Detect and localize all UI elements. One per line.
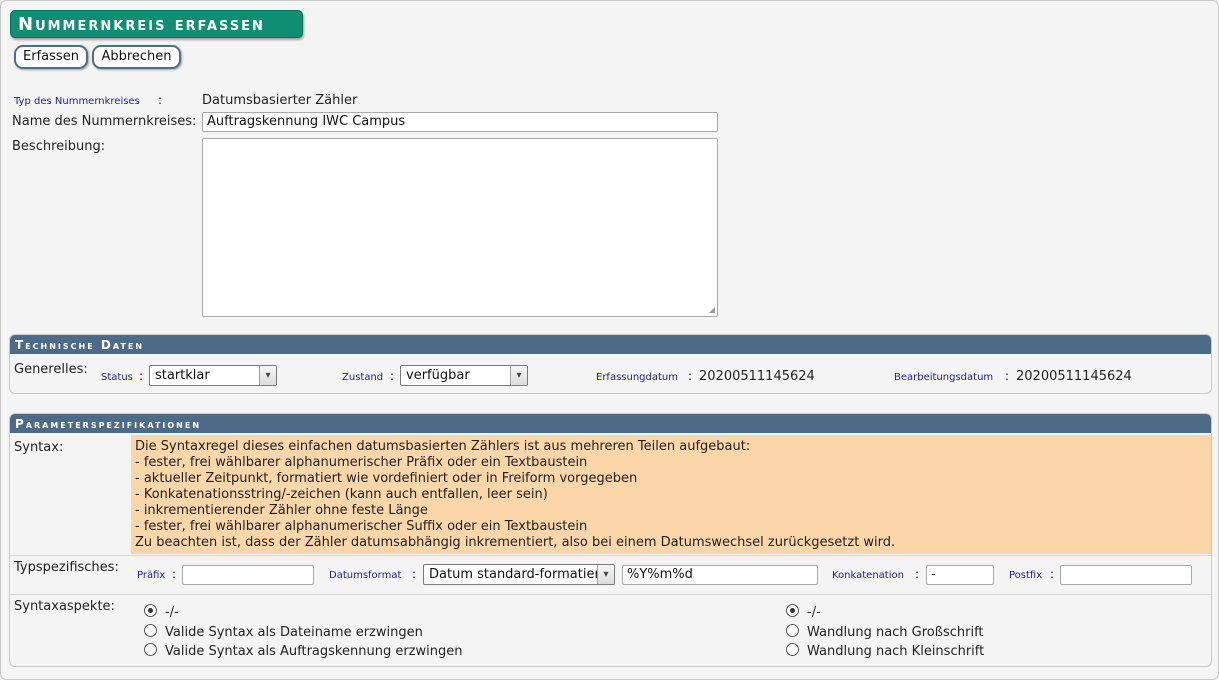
- state-colon: :: [390, 369, 395, 383]
- created-label: Erfassungdatum: [596, 372, 678, 383]
- status-label: Status: [101, 372, 133, 383]
- concat-label: Konkatenation: [832, 570, 904, 581]
- status-select[interactable]: startklar ▾: [149, 365, 277, 386]
- technical-heading: Technische Daten: [10, 335, 1211, 354]
- parameters-heading: Parameterspezifikationen: [10, 414, 1211, 433]
- created-colon: :: [688, 369, 693, 383]
- aspect-right-none-label: -/-: [807, 605, 821, 620]
- form-panel: Nummernkreis erfassen Erfassen Abbrechen…: [0, 0, 1219, 680]
- syntax-line: Zu beachten ist, dass der Zähler datumsa…: [135, 535, 896, 550]
- parameters-section: Parameterspezifikationen Syntax: Die Syn…: [9, 413, 1212, 667]
- aspect-filename-radio[interactable]: [144, 624, 157, 637]
- aspect-left-none-radio[interactable]: [144, 604, 157, 617]
- dateformat-select-value: Datum standard-formatiert: [429, 567, 605, 582]
- type-label: Typ des Nummernkreises: [14, 96, 140, 107]
- prefix-label: Präfix: [137, 570, 166, 581]
- edited-value: 20200511145624: [1016, 369, 1132, 384]
- dateformat-select[interactable]: Datum standard-formatiert ▾: [423, 564, 615, 585]
- dateformat-label: Datumsformat: [329, 570, 402, 581]
- chevron-down-icon: ▾: [259, 366, 276, 385]
- dateformat-colon: :: [412, 567, 417, 581]
- type-colon: :: [158, 93, 163, 107]
- syntax-label: Syntax:: [14, 440, 64, 455]
- edited-colon: :: [1005, 369, 1010, 383]
- name-input[interactable]: Auftragskennung IWC Campus: [202, 112, 718, 132]
- postfix-label: Postfix: [1009, 570, 1043, 581]
- syntax-line: - fester, frei wählbarer alphanumerische…: [135, 455, 588, 470]
- created-value: 20200511145624: [699, 369, 815, 384]
- syntax-line: - fester, frei wählbarer alphanumerische…: [135, 519, 588, 534]
- syntax-description: Die Syntaxregel dieses einfachen datumsb…: [131, 435, 1211, 554]
- status-select-value: startklar: [155, 368, 210, 383]
- technical-section: Technische Daten Generelles: Status : st…: [9, 334, 1212, 394]
- aspect-lowercase-label: Wandlung nach Kleinschrift: [807, 644, 985, 659]
- aspect-lowercase-radio[interactable]: [786, 643, 799, 656]
- concat-input[interactable]: -: [926, 565, 994, 585]
- syntax-line: - inkrementierender Zähler ohne feste Lä…: [135, 503, 428, 518]
- chevron-down-icon: ▾: [510, 366, 527, 385]
- postfix-colon: :: [1050, 567, 1055, 581]
- name-label: Name des Nummernkreises:: [12, 114, 197, 129]
- aspect-left-none-label: -/-: [165, 605, 179, 620]
- submit-button[interactable]: Erfassen: [14, 45, 88, 69]
- state-select[interactable]: verfügbar ▾: [400, 365, 528, 386]
- syntax-line: - Konkatenationsstring/-zeichen (kann au…: [135, 487, 548, 502]
- aspect-orderid-label: Valide Syntax als Auftragskennung erzwin…: [165, 644, 463, 659]
- general-label: Generelles:: [14, 362, 88, 377]
- page-title: Nummernkreis erfassen: [10, 10, 303, 38]
- aspects-label: Syntaxaspekte:: [14, 599, 115, 614]
- description-textarea[interactable]: ◢: [202, 138, 718, 317]
- aspect-orderid-radio[interactable]: [144, 643, 157, 656]
- aspect-uppercase-label: Wandlung nach Großschrift: [807, 625, 984, 640]
- edited-label: Bearbeitungsdatum: [894, 372, 994, 383]
- cancel-button[interactable]: Abbrechen: [92, 45, 181, 69]
- dateformat-input[interactable]: %Y%m%d: [622, 565, 818, 585]
- status-colon: :: [139, 369, 144, 383]
- description-label: Beschreibung:: [12, 139, 106, 154]
- concat-colon: :: [915, 567, 920, 581]
- type-value: Datumsbasierter Zähler: [202, 93, 358, 108]
- syntax-line: - aktueller Zeitpunkt, formatiert wie vo…: [135, 471, 638, 486]
- row-divider: [10, 594, 1211, 595]
- aspect-uppercase-radio[interactable]: [786, 624, 799, 637]
- prefix-colon: :: [172, 567, 177, 581]
- chevron-down-icon: ▾: [597, 565, 614, 584]
- postfix-input[interactable]: [1060, 565, 1192, 585]
- resize-grip-icon[interactable]: ◢: [707, 306, 715, 314]
- row-divider: [10, 555, 1211, 556]
- prefix-input[interactable]: [182, 565, 314, 585]
- syntax-line: Die Syntaxregel dieses einfachen datumsb…: [135, 439, 751, 454]
- type-specific-label: Typspezifisches:: [14, 560, 119, 575]
- state-select-value: verfügbar: [406, 368, 470, 383]
- aspect-right-none-radio[interactable]: [786, 604, 799, 617]
- aspect-filename-label: Valide Syntax als Dateiname erzwingen: [165, 625, 423, 640]
- state-label: Zustand: [342, 372, 384, 383]
